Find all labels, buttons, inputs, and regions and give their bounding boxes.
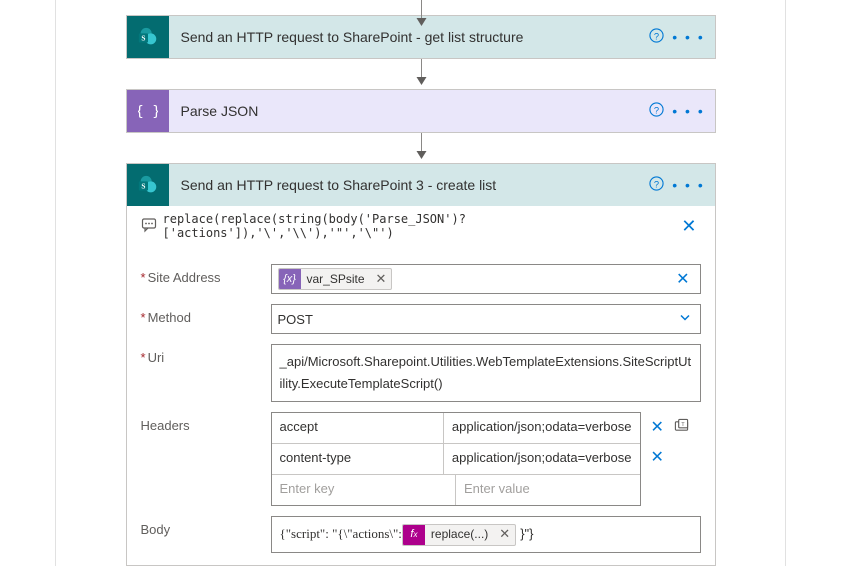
sharepoint-icon: S (127, 164, 169, 206)
header-key-input[interactable]: accept (272, 413, 443, 443)
flow-arrow (56, 59, 785, 89)
help-icon[interactable]: ? (643, 102, 671, 121)
parse-json-icon: { } (127, 90, 169, 132)
variable-icon: {x} (279, 268, 301, 290)
header-value-input[interactable]: application/json;odata=verbose (443, 413, 640, 443)
header-value-input[interactable]: Enter value (455, 475, 640, 505)
svg-text:?: ? (654, 179, 659, 189)
token-var-spsite[interactable]: {x} var_SPsite ✕ (278, 268, 393, 290)
svg-text:S: S (141, 182, 145, 191)
header-row: content-type application/json;odata=verb… (272, 443, 640, 474)
card-title: Parse JSON (169, 103, 643, 119)
svg-text:T: T (681, 422, 685, 428)
clear-field-icon[interactable]: ✕ (672, 269, 693, 289)
svg-text:?: ? (654, 31, 659, 41)
label-uri: Uri (141, 344, 271, 365)
comment-icon (141, 217, 157, 236)
label-body: Body (141, 516, 271, 537)
more-icon[interactable]: • • • (671, 103, 707, 119)
header-row: accept application/json;odata=verbose (272, 413, 640, 443)
svg-text:{ }: { } (138, 104, 158, 120)
svg-text:?: ? (654, 105, 659, 115)
flow-arrow (56, 0, 785, 15)
help-icon[interactable]: ? (643, 176, 671, 195)
close-icon[interactable]: ✕ (677, 216, 700, 237)
switch-mode-icon[interactable]: T (674, 418, 689, 436)
help-icon[interactable]: ? (643, 28, 671, 47)
headers-table: accept application/json;odata=verbose co… (271, 412, 641, 506)
delete-header-icon[interactable]: ✕ (647, 417, 668, 437)
token-fx-replace[interactable]: fx replace(...) ✕ (402, 524, 516, 546)
label-headers: Headers (141, 412, 271, 433)
card-title: Send an HTTP request to SharePoint - get… (169, 29, 643, 45)
header-key-input[interactable]: content-type (272, 444, 443, 474)
action-card-parse-json[interactable]: { } Parse JSON ? • • • (126, 89, 716, 133)
header-value-input[interactable]: application/json;odata=verbose (443, 444, 640, 474)
remove-token-icon[interactable]: ✕ (371, 271, 392, 287)
flow-arrow (56, 133, 785, 163)
body-input[interactable]: {"script": "{\"actions\": fx replace(...… (271, 516, 701, 553)
card-header[interactable]: S Send an HTTP request to SharePoint 3 -… (127, 164, 715, 206)
sharepoint-icon: S (127, 16, 169, 58)
peek-expression-row: replace(replace(string(body('Parse_JSON'… (127, 206, 715, 254)
chevron-down-icon (678, 311, 692, 328)
label-site-address: Site Address (141, 264, 271, 285)
remove-token-icon[interactable]: ✕ (494, 524, 515, 546)
header-row-empty: Enter key Enter value (272, 474, 640, 505)
peek-expression-text: replace(replace(string(body('Parse_JSON'… (157, 212, 678, 240)
method-select[interactable]: POST (271, 304, 701, 334)
uri-input[interactable]: _api/Microsoft.Sharepoint.Utilities.WebT… (271, 344, 701, 402)
more-icon[interactable]: • • • (671, 29, 707, 45)
more-icon[interactable]: • • • (671, 177, 707, 193)
action-card-sharepoint-createlist: S Send an HTTP request to SharePoint 3 -… (126, 163, 716, 566)
label-method: Method (141, 304, 271, 325)
card-title: Send an HTTP request to SharePoint 3 - c… (169, 177, 643, 193)
svg-text:S: S (141, 34, 145, 43)
delete-header-icon[interactable]: ✕ (647, 447, 668, 467)
expression-icon: fx (403, 524, 425, 546)
header-key-input[interactable]: Enter key (272, 475, 456, 505)
site-address-input[interactable]: {x} var_SPsite ✕ ✕ (271, 264, 701, 294)
